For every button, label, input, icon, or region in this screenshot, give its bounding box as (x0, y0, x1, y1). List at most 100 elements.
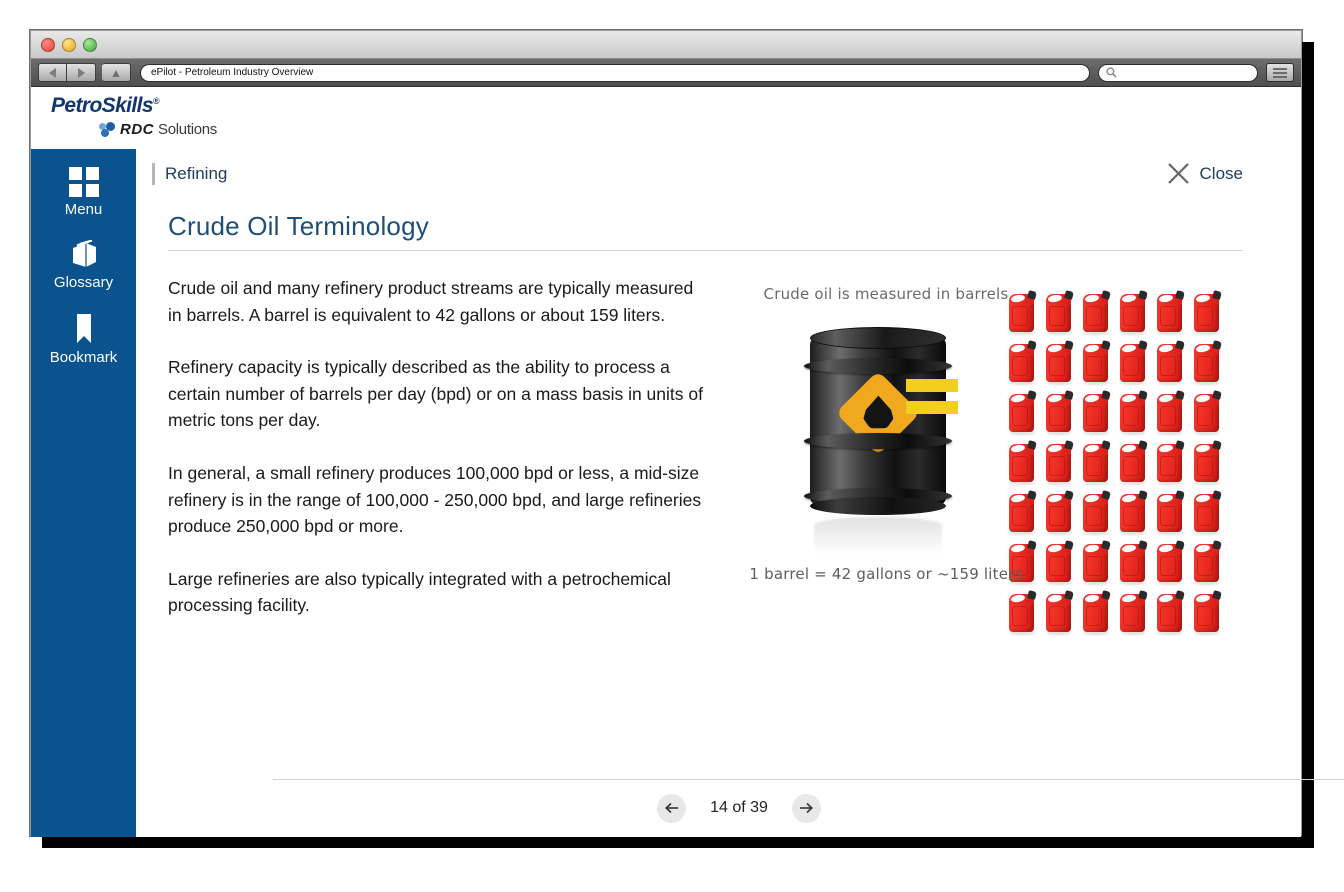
zoom-window-button[interactable] (83, 38, 97, 52)
left-sidebar: Menu Glossary Bookmark (31, 149, 136, 837)
red-gas-can-icon (1190, 537, 1227, 587)
registered-trademark-mark: ® (152, 96, 160, 106)
browser-toolbar: ▲ ePilot - Petroleum Industry Overview (31, 59, 1301, 87)
arrow-left-icon (664, 802, 678, 814)
red-gas-can-icon (1190, 487, 1227, 537)
home-button[interactable]: ▲ (102, 63, 131, 82)
next-page-button[interactable] (791, 793, 821, 823)
sidebar-item-label: Menu (64, 201, 103, 218)
rdc-solutions-logo: RDC Solutions (99, 121, 1301, 138)
red-gas-can-icon (1116, 587, 1153, 637)
red-gas-can-icon (1005, 437, 1042, 487)
red-gas-can-icon (1116, 537, 1153, 587)
red-gas-can-icon (1190, 587, 1227, 637)
red-gas-can-icon (1153, 287, 1190, 337)
red-gas-can-icon (1116, 437, 1153, 487)
red-gas-can-icon (1042, 287, 1079, 337)
close-button[interactable]: Close (1166, 161, 1243, 186)
dots-cluster-icon (99, 122, 116, 137)
body-paragraph: Crude oil and many refinery product stre… (168, 278, 694, 325)
hamburger-menu-icon (1273, 67, 1287, 70)
illustration-caption-bottom: 1 barrel = 42 gallons or ~159 liters (749, 565, 1023, 583)
red-gas-can-icon (1116, 387, 1153, 437)
page-footer: 14 of 39 (255, 779, 1344, 837)
red-gas-can-icon (1005, 337, 1042, 387)
brand-name-text: PetroSkills (51, 94, 154, 117)
red-gas-can-icon (1042, 387, 1079, 437)
red-gas-can-icon (1079, 487, 1116, 537)
grid-menu-icon (68, 167, 99, 197)
back-button[interactable] (38, 63, 67, 82)
address-bar-text: ePilot - Petroleum Industry Overview (151, 67, 314, 78)
petroskills-logo: PetroSkills® (51, 95, 1301, 116)
previous-page-button[interactable] (657, 793, 687, 823)
window-title-bar (31, 31, 1301, 59)
red-gas-can-icon (1079, 587, 1116, 637)
red-gas-can-icon (1116, 337, 1153, 387)
page-indicator: 14 of 39 (710, 799, 768, 816)
red-gas-can-icon (1005, 587, 1042, 637)
content-panel: Refining Close Crude Oil Terminology Cru… (136, 149, 1344, 837)
red-gas-can-icon (1005, 487, 1042, 537)
barrel-graphic (804, 325, 952, 555)
illustration-area: Crude oil is measured in barrels 1 barre… (728, 275, 1301, 645)
gas-cans-grid (1005, 287, 1227, 637)
close-button-label: Close (1199, 163, 1243, 183)
red-gas-can-icon (1005, 387, 1042, 437)
body-paragraph: Refinery capacity is typically described… (168, 357, 703, 431)
equals-sign-icon (906, 379, 958, 414)
rdc-mark-text: RDC (120, 121, 154, 138)
search-input[interactable] (1098, 63, 1258, 82)
content-topbar: Refining Close (150, 149, 1301, 199)
sidebar-item-label: Bookmark (49, 349, 118, 366)
red-gas-can-icon (1153, 487, 1190, 537)
text-column: Crude oil and many refinery product stre… (168, 275, 728, 645)
address-bar[interactable]: ePilot - Petroleum Industry Overview (140, 63, 1090, 82)
red-gas-can-icon (1153, 337, 1190, 387)
traffic-lights (41, 38, 97, 52)
red-gas-can-icon (1079, 287, 1116, 337)
title-underline (168, 250, 1243, 251)
breadcrumb-label: Refining (165, 164, 228, 183)
back-arrow-icon (49, 67, 56, 78)
forward-button[interactable] (67, 63, 96, 82)
lesson-content: Crude oil and many refinery product stre… (168, 275, 1301, 645)
bookmark-icon (76, 314, 91, 343)
browser-menu-button[interactable] (1266, 63, 1294, 82)
home-icon: ▲ (110, 65, 122, 80)
book-icon (72, 240, 96, 267)
body-paragraph: In general, a small refinery produces 10… (168, 462, 702, 537)
red-gas-can-icon (1153, 387, 1190, 437)
page-title: Crude Oil Terminology (168, 211, 429, 241)
red-gas-can-icon (1042, 587, 1079, 637)
red-gas-can-icon (1190, 437, 1227, 487)
illustration-caption-top: Crude oil is measured in barrels (763, 285, 1009, 303)
red-gas-can-icon (1190, 287, 1227, 337)
red-gas-can-icon (1153, 587, 1190, 637)
arrow-right-icon (800, 802, 814, 814)
navigation-buttons (38, 63, 96, 82)
red-gas-can-icon (1153, 437, 1190, 487)
pagination: 14 of 39 (217, 780, 1261, 836)
red-gas-can-icon (1042, 487, 1079, 537)
oil-barrel-icon (788, 325, 968, 565)
minimize-window-button[interactable] (62, 38, 76, 52)
red-gas-can-icon (1079, 337, 1116, 387)
brand-header: PetroSkills® RDC Solutions (31, 87, 1301, 149)
barrel-reflection (814, 517, 942, 555)
close-window-button[interactable] (41, 38, 55, 52)
red-gas-can-icon (1079, 387, 1116, 437)
red-gas-can-icon (1042, 437, 1079, 487)
red-gas-can-icon (1116, 487, 1153, 537)
search-icon (1106, 67, 1117, 78)
breadcrumb-divider (152, 163, 155, 185)
red-gas-can-icon (1153, 537, 1190, 587)
red-gas-can-icon (1079, 537, 1116, 587)
sidebar-item-glossary[interactable]: Glossary (31, 236, 136, 295)
forward-arrow-icon (77, 67, 85, 78)
red-gas-can-icon (1190, 387, 1227, 437)
red-gas-can-icon (1116, 287, 1153, 337)
solutions-text: Solutions (158, 121, 218, 138)
sidebar-item-menu[interactable]: Menu (31, 163, 136, 222)
sidebar-item-bookmark[interactable]: Bookmark (31, 309, 136, 370)
